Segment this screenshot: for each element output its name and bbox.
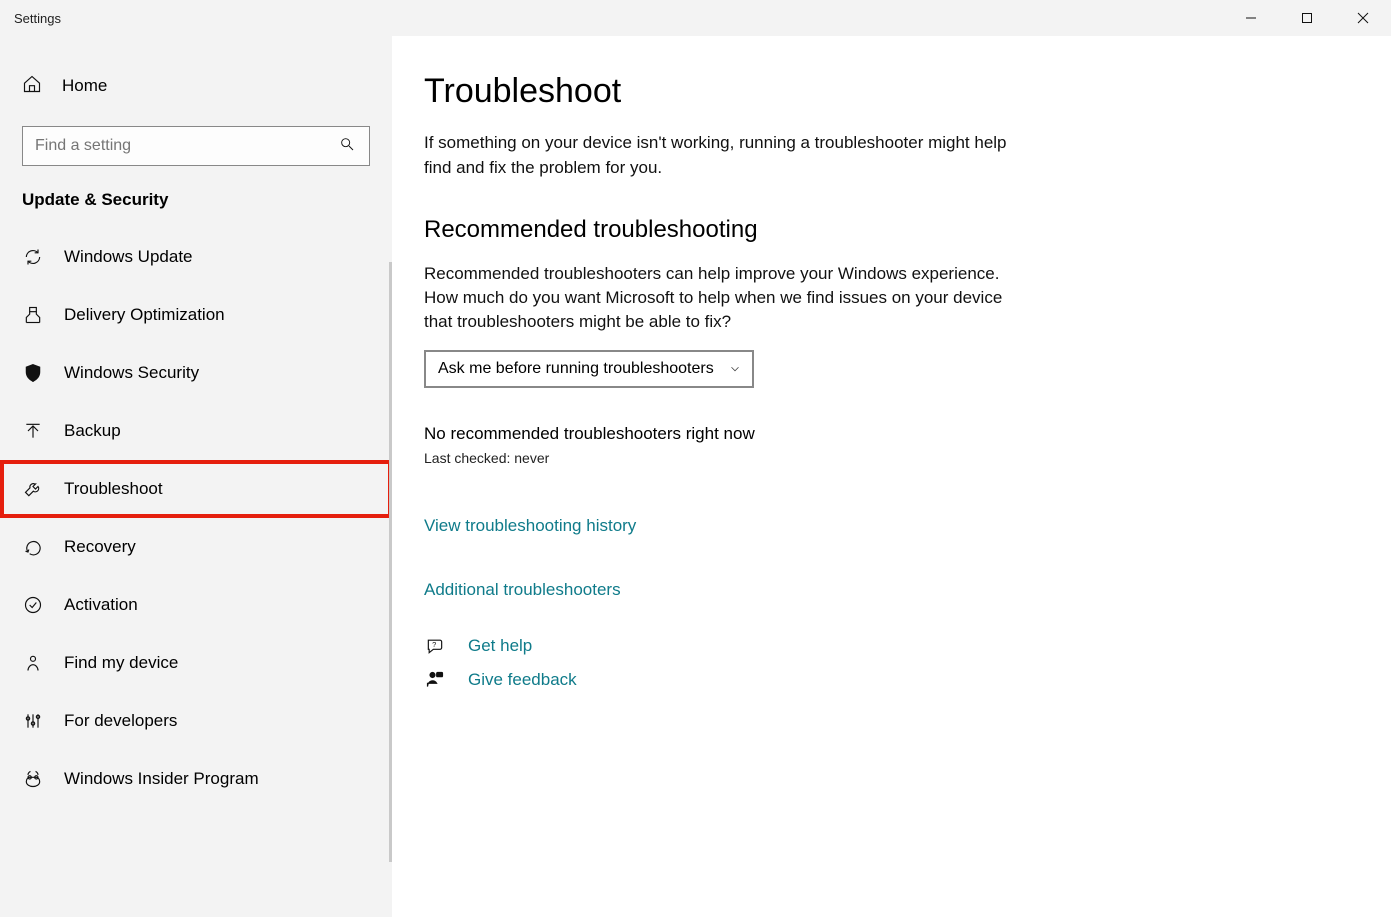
sidebar-category: Update & Security — [0, 180, 392, 228]
sidebar-item-windows-insider[interactable]: Windows Insider Program — [0, 750, 392, 808]
sidebar-item-label: For developers — [64, 711, 177, 731]
window-title: Settings — [0, 11, 61, 26]
minimize-icon — [1245, 12, 1257, 24]
sidebar-item-for-developers[interactable]: For developers — [0, 692, 392, 750]
intro-text: If something on your device isn't workin… — [424, 131, 1032, 180]
minimize-button[interactable] — [1223, 0, 1279, 36]
window-controls — [1223, 0, 1391, 36]
no-recommended-text: No recommended troubleshooters right now — [424, 424, 1032, 444]
wrench-icon — [22, 479, 44, 499]
search-box[interactable] — [22, 126, 370, 166]
sidebar-item-label: Backup — [64, 421, 121, 441]
section-heading: Recommended troubleshooting — [424, 216, 1032, 244]
link-view-history[interactable]: View troubleshooting history — [424, 516, 1032, 536]
sync-icon — [22, 247, 44, 267]
optimization-icon — [22, 305, 44, 325]
feedback-icon — [424, 670, 446, 690]
page-title: Troubleshoot — [424, 72, 1032, 111]
sidebar-item-label: Troubleshoot — [64, 479, 163, 499]
help-icon: ? — [424, 636, 446, 656]
sidebar-item-backup[interactable]: Backup — [0, 402, 392, 460]
sidebar-item-find-my-device[interactable]: Find my device — [0, 634, 392, 692]
shield-icon — [22, 363, 44, 383]
chevron-down-icon — [728, 362, 742, 376]
sidebar-item-activation[interactable]: Activation — [0, 576, 392, 634]
sidebar-item-delivery-optimization[interactable]: Delivery Optimization — [0, 286, 392, 344]
window-titlebar: Settings — [0, 0, 1391, 36]
sidebar-item-windows-update[interactable]: Windows Update — [0, 228, 392, 286]
close-button[interactable] — [1335, 0, 1391, 36]
close-icon — [1357, 12, 1369, 24]
sidebar-item-recovery[interactable]: Recovery — [0, 518, 392, 576]
find-device-icon — [22, 653, 44, 673]
last-checked-text: Last checked: never — [424, 450, 1032, 466]
sidebar-nav: Windows Update Delivery Optimization Win… — [0, 228, 392, 808]
developer-icon — [22, 711, 44, 731]
maximize-icon — [1301, 12, 1313, 24]
insider-icon — [22, 769, 44, 789]
maximize-button[interactable] — [1279, 0, 1335, 36]
search-input[interactable] — [23, 137, 325, 155]
sidebar-home-label: Home — [62, 76, 107, 96]
search-icon — [325, 136, 369, 156]
recovery-icon — [22, 537, 44, 557]
sidebar-item-label: Activation — [64, 595, 138, 615]
sidebar-item-label: Windows Insider Program — [64, 769, 259, 789]
svg-text:?: ? — [432, 640, 436, 649]
sidebar-item-windows-security[interactable]: Windows Security — [0, 344, 392, 402]
sidebar-home[interactable]: Home — [0, 64, 392, 108]
troubleshooter-mode-dropdown[interactable]: Ask me before running troubleshooters — [424, 350, 754, 388]
home-icon — [22, 74, 42, 98]
link-additional-troubleshooters[interactable]: Additional troubleshooters — [424, 580, 1032, 600]
main-content: Troubleshoot If something on your device… — [392, 36, 1391, 917]
sidebar: Home Update & Security Windows Update — [0, 36, 392, 917]
dropdown-value: Ask me before running troubleshooters — [438, 360, 714, 378]
sidebar-item-label: Windows Update — [64, 247, 193, 267]
sidebar-item-label: Windows Security — [64, 363, 199, 383]
sidebar-item-label: Recovery — [64, 537, 136, 557]
link-give-feedback[interactable]: Give feedback — [468, 670, 577, 690]
sidebar-item-troubleshoot[interactable]: Troubleshoot — [0, 460, 392, 518]
sidebar-item-label: Find my device — [64, 653, 178, 673]
activation-icon — [22, 595, 44, 615]
give-feedback-row: Give feedback — [424, 670, 1032, 690]
section-description: Recommended troubleshooters can help imp… — [424, 262, 1032, 333]
sidebar-scroll-indicator — [389, 262, 392, 862]
sidebar-item-label: Delivery Optimization — [64, 305, 225, 325]
get-help-row: ? Get help — [424, 636, 1032, 656]
link-get-help[interactable]: Get help — [468, 636, 532, 656]
backup-icon — [22, 421, 44, 441]
